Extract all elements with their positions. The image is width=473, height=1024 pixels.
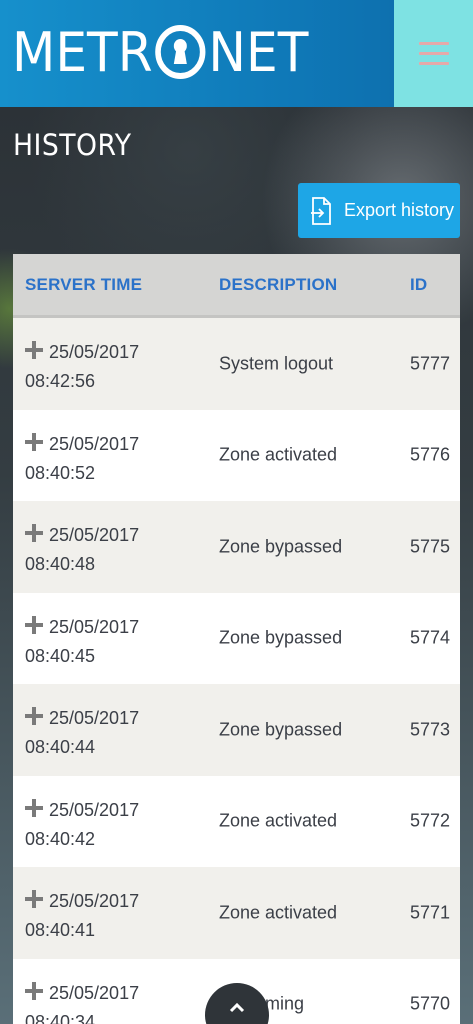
row-time: 08:40:41 (25, 920, 96, 940)
server-time-cell: 25/05/2017 08:40:45 (25, 613, 185, 671)
expand-plus-icon[interactable] (25, 981, 43, 1000)
server-time-cell: 25/05/2017 08:40:42 (25, 796, 185, 854)
column-header-description[interactable]: DESCRIPTION (219, 275, 337, 295)
row-date: 25/05/2017 (49, 982, 140, 1003)
description-cell: ming (265, 993, 305, 1014)
expand-plus-icon[interactable] (25, 707, 43, 725)
description-cell: Zone bypassed (219, 627, 343, 648)
id-cell: 5775 (410, 536, 451, 557)
description-cell: Zone activated (219, 810, 338, 831)
row-date: 25/05/2017 (49, 433, 140, 454)
expand-plus-icon[interactable] (25, 615, 43, 634)
table-row[interactable]: 25/05/2017 08:40:45 Zone bypassed 5774 (13, 592, 460, 684)
row-time: 08:42:56 (25, 371, 96, 391)
server-time-cell: 25/05/2017 08:40:44 (25, 704, 185, 762)
hamburger-icon-line (418, 62, 449, 65)
table-row[interactable]: 25/05/2017 08:40:52 Zone activated 5776 (13, 409, 460, 501)
export-history-label: Export history (344, 200, 455, 220)
id-cell: 5772 (410, 810, 451, 831)
table-row[interactable]: 25/05/2017 08:40:44 Zone bypassed 5773 (13, 684, 460, 776)
metronet-logo[interactable]: METR NET (12, 20, 309, 84)
export-file-icon (310, 196, 332, 225)
history-table: SERVER TIME DESCRIPTION ID 25/05/2017 08… (13, 254, 460, 1024)
id-cell: 5773 (410, 719, 451, 740)
expand-plus-icon[interactable] (25, 890, 43, 908)
hamburger-icon (418, 42, 449, 45)
row-time: 08:40:34 (25, 1011, 96, 1024)
row-time: 08:40:44 (25, 737, 96, 757)
description-cell: Zone bypassed (219, 536, 343, 557)
table-row[interactable]: 25/05/2017 08:40:41 Zone activated 5771 (13, 867, 460, 959)
page-title: HISTORY (13, 128, 132, 162)
expand-plus-icon[interactable] (25, 432, 43, 451)
server-time-cell: 25/05/2017 08:40:52 (25, 430, 185, 488)
column-header-id[interactable]: ID (410, 275, 427, 295)
column-header-server-time[interactable]: SERVER TIME (25, 275, 142, 295)
row-date: 25/05/2017 (49, 616, 140, 637)
keyhole-logo-icon (155, 25, 206, 79)
export-history-button[interactable]: Export history (298, 183, 460, 238)
expand-plus-icon[interactable] (25, 341, 43, 359)
id-cell: 5776 (410, 444, 451, 465)
hamburger-menu-button[interactable] (394, 0, 473, 107)
row-time: 08:40:48 (25, 554, 96, 574)
row-date: 25/05/2017 (49, 799, 140, 820)
row-date: 25/05/2017 (49, 708, 140, 728)
hamburger-icon-line (418, 52, 449, 55)
app-header: METR NET (0, 0, 473, 107)
id-cell: 5774 (410, 627, 451, 648)
row-time: 08:40:52 (25, 462, 96, 483)
table-row[interactable]: 25/05/2017 08:40:42 Zone activated 5772 (13, 775, 460, 867)
description-cell: System logout (219, 353, 334, 374)
description-cell: Zone activated (219, 902, 338, 923)
logo-text-right: NET (208, 20, 309, 84)
table-header: SERVER TIME DESCRIPTION ID (13, 254, 460, 318)
row-date: 25/05/2017 (49, 342, 140, 362)
row-date: 25/05/2017 (49, 891, 140, 911)
row-date: 25/05/2017 (49, 525, 140, 545)
description-cell: Zone bypassed (219, 719, 343, 740)
table-row[interactable]: 25/05/2017 08:40:48 Zone bypassed 5775 (13, 501, 460, 593)
chevron-up-icon (229, 1002, 245, 1013)
server-time-cell: 25/05/2017 08:42:56 (25, 338, 185, 396)
expand-plus-icon[interactable] (25, 524, 43, 542)
server-time-cell: 25/05/2017 08:40:41 (25, 887, 185, 945)
logo-text-left: METR (12, 20, 153, 84)
row-time: 08:40:42 (25, 828, 96, 849)
id-cell: 5777 (410, 353, 451, 374)
server-time-cell: 25/05/2017 08:40:34 (25, 979, 185, 1024)
expand-plus-icon[interactable] (25, 798, 43, 817)
table-row[interactable]: 25/05/2017 08:42:56 System logout 5777 (13, 318, 460, 410)
description-cell: Zone activated (219, 444, 338, 465)
table-body: 25/05/2017 08:42:56 System logout 5777 2… (13, 318, 460, 1024)
server-time-cell: 25/05/2017 08:40:48 (25, 521, 185, 579)
id-cell: 5770 (410, 993, 451, 1014)
id-cell: 5771 (410, 902, 451, 923)
row-time: 08:40:45 (25, 645, 96, 666)
